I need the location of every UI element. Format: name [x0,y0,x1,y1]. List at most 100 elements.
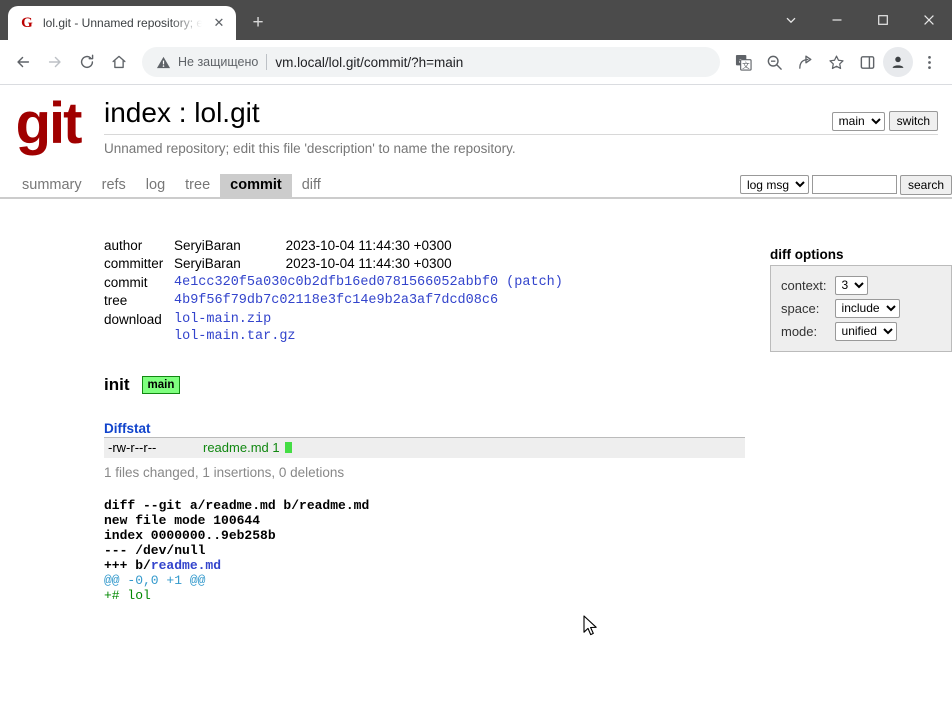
tab-refs[interactable]: refs [92,174,136,197]
diff-line-newfile: +++ b/readme.md [104,558,938,573]
commit-info-row-commit: commit 4e1cc320f5a030c0b2dfb16ed07815660… [104,274,563,293]
context-label: context: [781,277,827,293]
tab-close-icon[interactable]: ✕ [210,14,228,32]
diff-added-line: +# lol [104,587,151,603]
switch-button[interactable]: switch [888,111,938,131]
cgit-logo-cell[interactable]: git [0,89,96,157]
search-scope-select[interactable]: log msg [739,175,809,195]
commit-sha-cell: 4e1cc320f5a030c0b2dfb16ed0781566052abbf0… [174,274,563,293]
address-bar[interactable]: Не защищено vm.local/lol.git/commit/?h=m… [142,47,720,77]
tree-sha-link[interactable]: 4b9f56f79db7c02118e3fc14e9b2a3af7dcd08c6 [174,293,498,308]
branch-decoration-badge[interactable]: main [141,375,181,394]
diffstat-table: -rw-r--r-- readme.md 1 [104,437,745,458]
not-secure-indicator[interactable]: Не защищено [156,55,258,70]
diff-newfile-prefix: +++ b/ [104,557,151,573]
browser-titlebar: G lol.git - Unnamed repository; edi ✕ + [0,0,952,40]
zoom-out-icon[interactable] [759,47,789,77]
toolbar-actions: a 文 [728,47,944,77]
commit-sha-link[interactable]: 4e1cc320f5a030c0b2dfb16ed0781566052abbf0 [174,275,498,290]
commit-subject-row: init main [104,375,938,395]
diff-options-title: diff options [770,246,844,262]
context-select[interactable]: 3 [834,275,868,295]
commit-info-row-committer: committer SeryiBaran 2023-10-04 11:44:30… [104,255,563,274]
author-name: SeryiBaran [174,237,241,253]
diff-options-panel: diff options context: 3 space: include m… [770,247,952,352]
commit-info-table: author SeryiBaran 2023-10-04 11:44:30 +0… [104,237,563,347]
diff-line: diff --git a/readme.md b/readme.md [104,497,370,513]
search-input[interactable] [811,175,897,195]
three-dot-menu-icon[interactable] [914,47,944,77]
commit-info-row-download: download lol-main.zip lol-main.tar.gz [104,311,563,347]
tab-log[interactable]: log [136,174,175,197]
branch-select[interactable]: main [831,111,885,131]
tab-diff[interactable]: diff [292,174,331,197]
diff-content: diff --git a/readme.md b/readme.md new fi… [104,498,938,603]
minimize-icon[interactable] [814,0,860,40]
diff-line: index 0000000..9eb258b [104,527,276,543]
close-icon[interactable] [906,0,952,40]
diffstat-change-count: 1 [272,439,280,455]
download-targz-link[interactable]: lol-main.tar.gz [174,329,296,344]
browser-window: G lol.git - Unnamed repository; edi ✕ + [0,0,952,709]
tree-label: tree [104,293,128,309]
diffstat-summary: 1 files changed, 1 insertions, 0 deletio… [104,464,345,480]
cgit-favicon-icon: G [21,14,33,31]
branch-switch-form: main switch [831,111,938,131]
tab-tree[interactable]: tree [175,174,220,197]
mode-select[interactable]: unified [834,321,897,341]
committer-name: SeryiBaran [174,256,241,272]
diffstat-row: -rw-r--r-- readme.md 1 [104,438,745,458]
omnibox-divider [266,54,268,70]
download-label: download [104,311,162,327]
diff-line: --- /dev/null [104,542,206,558]
home-icon[interactable] [104,47,134,77]
translate-icon[interactable]: a 文 [728,47,758,77]
tab-summary[interactable]: summary [12,174,92,197]
tab-title: lol.git - Unnamed repository; edi [43,16,202,30]
diffstat-file-link[interactable]: readme.md [203,440,269,455]
reload-icon[interactable] [72,47,102,77]
not-secure-label: Не защищено [178,55,259,69]
mouse-cursor [583,615,600,644]
cgit-logo-icon: git [15,91,83,156]
back-arrow-icon[interactable] [8,47,38,77]
profile-avatar[interactable] [883,47,913,77]
tree-sha-cell: 4b9f56f79db7c02118e3fc14e9b2a3af7dcd08c6 [174,292,563,311]
cgit-header-table: git index : lol.git Unnamed repository; … [0,89,952,157]
tab-commit[interactable]: commit [220,173,292,197]
warning-triangle-icon [156,56,171,68]
page-viewport: git index : lol.git Unnamed repository; … [0,85,952,709]
window-controls [768,0,952,40]
diffstat-header[interactable]: Diffstat [104,421,745,438]
diffstat-graph-bar [284,441,292,453]
share-icon[interactable] [790,47,820,77]
forward-arrow-icon[interactable] [40,47,70,77]
space-select[interactable]: include [834,298,900,318]
download-zip-link[interactable]: lol-main.zip [174,312,271,327]
author-date: 2023-10-04 11:44:30 +0300 [285,237,452,253]
maximize-icon[interactable] [860,0,906,40]
side-panel-icon[interactable] [852,47,882,77]
cgit-header-main: index : lol.git Unnamed repository; edit… [96,89,952,157]
diffstat-file-mode: -rw-r--r-- [108,439,157,455]
cgit-content: diff options context: 3 space: include m… [0,237,952,603]
committer-label: committer [104,256,164,272]
diff-line: new file mode 100644 [104,512,261,528]
cgit-page: git index : lol.git Unnamed repository; … [0,85,952,603]
search-form: log msg search [739,174,952,195]
commit-subject-text: init [104,374,130,394]
commit-info-row-author: author SeryiBaran 2023-10-04 11:44:30 +0… [104,237,563,256]
diff-hunk-header: @@ -0,0 +1 @@ [104,572,206,588]
browser-tab[interactable]: G lol.git - Unnamed repository; edi ✕ [8,6,236,40]
space-label: space: [781,300,820,316]
diff-newfile-name: readme.md [150,557,222,573]
search-button[interactable]: search [899,174,952,195]
bookmark-star-icon[interactable] [821,47,851,77]
commit-info-row-tree: tree 4b9f56f79db7c02118e3fc14e9b2a3af7dc… [104,292,563,311]
new-tab-button[interactable]: + [244,9,272,37]
author-label: author [104,237,143,253]
tab-search-chevron-down-icon[interactable] [768,0,814,40]
diffstat-file-cell: readme.md 1 [199,438,745,458]
commit-patch-link[interactable]: (patch) [506,275,563,290]
svg-text:文: 文 [742,59,750,69]
